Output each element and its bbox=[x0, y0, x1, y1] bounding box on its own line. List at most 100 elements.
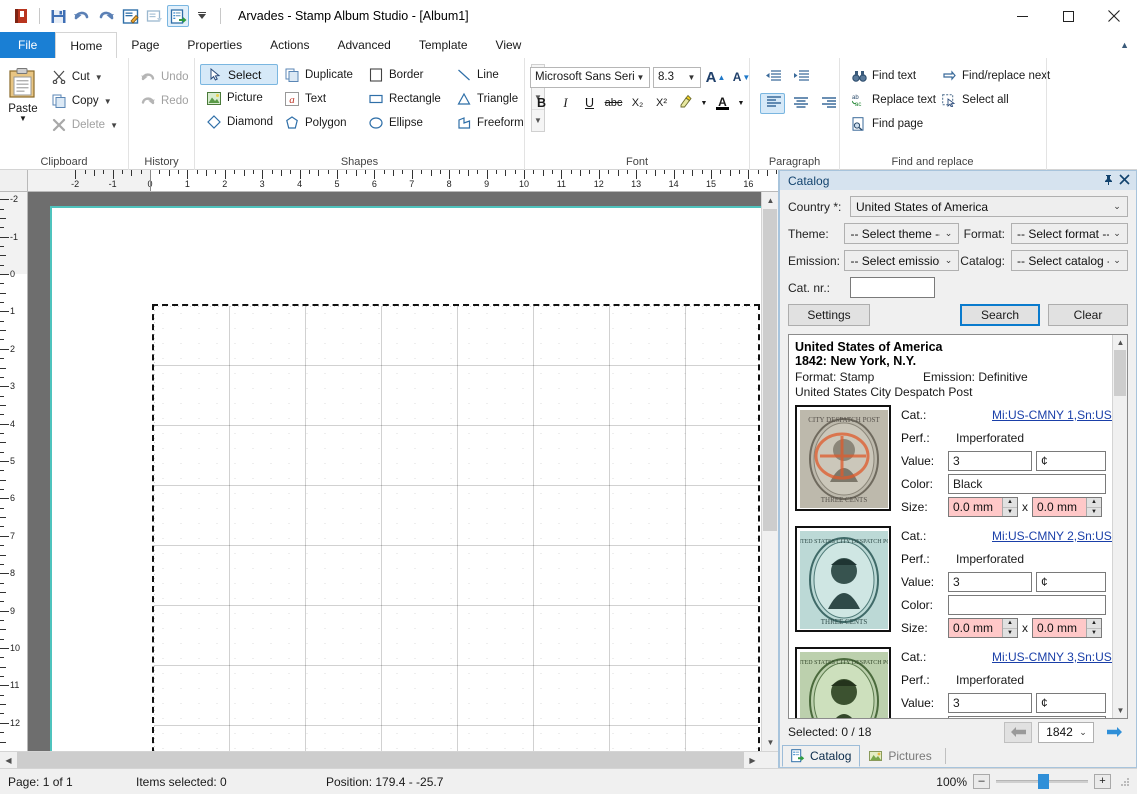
size-height-spinner[interactable]: 0.0 mm ▲ ▼ bbox=[1032, 618, 1102, 638]
copy-caret-icon[interactable]: ▼ bbox=[104, 97, 112, 106]
cut-caret-icon[interactable]: ▼ bbox=[95, 73, 103, 82]
size-width-arrows[interactable]: ▲ ▼ bbox=[1002, 619, 1017, 637]
shape-border-button[interactable]: Border bbox=[362, 64, 450, 86]
horizontal-ruler[interactable]: -2-1012345678910111213141516 bbox=[28, 170, 778, 192]
results-scroll-up-icon[interactable]: ▲ bbox=[1113, 335, 1127, 350]
color-input[interactable] bbox=[948, 595, 1106, 615]
value-input[interactable]: 3 bbox=[948, 451, 1032, 471]
tab-home[interactable]: Home bbox=[55, 32, 118, 58]
clear-button[interactable]: Clear bbox=[1048, 304, 1128, 326]
subscript-button[interactable]: X₂ bbox=[626, 92, 649, 114]
results-scrollbar[interactable]: ▲ ▼ bbox=[1112, 335, 1127, 718]
font-color-button[interactable]: A bbox=[711, 92, 734, 114]
cat-link[interactable]: Mi:US-CMNY 1,Sn:US 6LB1 bbox=[992, 408, 1112, 422]
catalog-select[interactable]: -- Select catalog -- ⌄ bbox=[1011, 250, 1128, 271]
superscript-button[interactable]: X² bbox=[650, 92, 673, 114]
cut-button[interactable]: Cut ▼ bbox=[45, 66, 123, 88]
zoom-in-button[interactable]: + bbox=[1094, 774, 1111, 789]
delete-button[interactable]: Delete ▼ bbox=[45, 114, 123, 136]
page-properties-icon[interactable] bbox=[143, 5, 165, 27]
decrease-indent-button[interactable] bbox=[760, 66, 785, 89]
align-right-button[interactable] bbox=[816, 93, 841, 116]
font-name-combo[interactable]: Microsoft Sans Serif ▼ bbox=[530, 66, 650, 88]
catalog-chevron-down-icon[interactable]: ⌄ bbox=[1109, 255, 1125, 266]
vertical-ruler[interactable]: -2 -1 0 1 2 3 4 5 6 7 8 9 10 11 12 bbox=[0, 192, 28, 751]
emission-select[interactable]: -- Select emission -- ⌄ bbox=[844, 250, 960, 271]
tab-template[interactable]: Template bbox=[405, 32, 482, 58]
stamp-thumbnail[interactable]: UNITED STATES CITY DESPATCH POST THREE C… bbox=[795, 526, 891, 632]
catalog-results[interactable]: United States of America 1842: New York,… bbox=[788, 334, 1128, 719]
catalog-entry[interactable]: UNITED STATES CITY DESPATCH POST THREE C… bbox=[795, 526, 1112, 641]
horizontal-scroll-thumb[interactable] bbox=[17, 752, 744, 768]
paste-button[interactable]: Paste ▼ bbox=[5, 64, 41, 123]
size-width-spinner[interactable]: 0.0 mm ▲ ▼ bbox=[948, 618, 1018, 638]
replace-text-button[interactable]: ab ac Replace text bbox=[845, 89, 936, 111]
color-input[interactable] bbox=[948, 716, 1106, 718]
album-page[interactable] bbox=[50, 206, 764, 751]
canvas[interactable]: ▲ ▼ bbox=[28, 192, 778, 751]
zoom-out-button[interactable]: – bbox=[973, 774, 990, 789]
shape-diamond-button[interactable]: Diamond bbox=[200, 111, 278, 133]
align-center-button[interactable] bbox=[788, 93, 813, 116]
shape-polygon-button[interactable]: Polygon bbox=[278, 112, 362, 134]
catalog-entry[interactable]: UNITED STATES CITY DESPATCH POST THREE C… bbox=[795, 647, 1112, 718]
redo-button[interactable]: Redo bbox=[134, 90, 194, 112]
app-icon[interactable] bbox=[10, 5, 32, 27]
currency-input[interactable]: ¢ bbox=[1036, 451, 1106, 471]
spin-up-icon[interactable]: ▲ bbox=[1087, 498, 1101, 507]
zoom-slider-thumb[interactable] bbox=[1038, 774, 1049, 789]
size-height-arrows[interactable]: ▲ ▼ bbox=[1086, 619, 1101, 637]
undo-icon[interactable] bbox=[71, 5, 93, 27]
zoom-slider[interactable] bbox=[996, 774, 1088, 789]
copy-button[interactable]: Copy ▼ bbox=[45, 90, 123, 112]
results-scroll-thumb[interactable] bbox=[1114, 350, 1126, 396]
find-replace-next-button[interactable]: Find/replace next bbox=[935, 65, 1055, 87]
country-select[interactable]: United States of America ⌄ bbox=[850, 196, 1128, 217]
year-select[interactable]: 1842 ⌄ bbox=[1038, 721, 1094, 743]
stamp-thumbnail[interactable]: UNITED STATES CITY DESPATCH POST THREE C… bbox=[795, 647, 891, 718]
tab-properties[interactable]: Properties bbox=[173, 32, 256, 58]
shape-line-button[interactable]: Line bbox=[450, 64, 528, 86]
increase-indent-button[interactable] bbox=[788, 66, 813, 89]
spin-down-icon[interactable]: ▼ bbox=[1087, 506, 1101, 517]
shape-picture-button[interactable]: Picture bbox=[200, 87, 278, 109]
catalog-entry[interactable]: CITY DESPATCH POST THREE CENTS Cat.: Mi:… bbox=[795, 405, 1112, 520]
paste-caret-icon[interactable]: ▼ bbox=[19, 115, 27, 123]
size-width-arrows[interactable]: ▲ ▼ bbox=[1002, 498, 1017, 516]
redo-icon[interactable] bbox=[95, 5, 117, 27]
font-size-combo[interactable]: 8.3 ▼ bbox=[653, 66, 701, 88]
spin-up-icon[interactable]: ▲ bbox=[1087, 619, 1101, 628]
highlight-caret-icon[interactable]: ▼ bbox=[698, 92, 710, 114]
stamp-thumbnail[interactable]: CITY DESPATCH POST THREE CENTS bbox=[795, 405, 891, 511]
catnr-input[interactable] bbox=[850, 277, 935, 298]
scroll-down-icon[interactable]: ▼ bbox=[762, 734, 778, 751]
font-size-chevron-down-icon[interactable]: ▼ bbox=[685, 73, 698, 82]
maximize-button[interactable] bbox=[1045, 0, 1091, 32]
value-input[interactable]: 3 bbox=[948, 693, 1032, 713]
search-button[interactable]: Search bbox=[960, 304, 1040, 326]
page-edit-icon[interactable] bbox=[119, 5, 141, 27]
vertical-scroll-thumb[interactable] bbox=[763, 209, 777, 531]
shape-triangle-button[interactable]: Triangle bbox=[450, 88, 528, 110]
canvas-vertical-scrollbar[interactable]: ▲ ▼ bbox=[761, 192, 778, 751]
grow-font-button[interactable]: A ▲ bbox=[704, 66, 727, 88]
scroll-right-icon[interactable]: ▶ bbox=[744, 752, 761, 769]
scroll-left-icon[interactable]: ◀ bbox=[0, 752, 17, 769]
catalog-export-icon[interactable] bbox=[167, 5, 189, 27]
save-icon[interactable] bbox=[47, 5, 69, 27]
shape-duplicate-button[interactable]: Duplicate bbox=[278, 64, 362, 86]
country-chevron-down-icon[interactable]: ⌄ bbox=[1109, 201, 1125, 212]
shape-select-button[interactable]: Select bbox=[200, 64, 278, 85]
size-height-spinner[interactable]: 0.0 mm ▲ ▼ bbox=[1032, 497, 1102, 517]
tab-pictures[interactable]: Pictures bbox=[860, 745, 940, 767]
emission-chevron-down-icon[interactable]: ⌄ bbox=[940, 255, 956, 266]
prev-year-button[interactable] bbox=[1004, 721, 1032, 743]
currency-input[interactable]: ¢ bbox=[1036, 693, 1106, 713]
format-chevron-down-icon[interactable]: ⌄ bbox=[1109, 228, 1125, 239]
align-left-button[interactable] bbox=[760, 93, 785, 114]
ribbon-collapse-button[interactable]: ▲ bbox=[1120, 40, 1129, 50]
scroll-up-icon[interactable]: ▲ bbox=[762, 192, 778, 209]
highlight-button[interactable] bbox=[674, 92, 697, 114]
shape-text-button[interactable]: a Text bbox=[278, 88, 362, 110]
value-input[interactable]: 3 bbox=[948, 572, 1032, 592]
